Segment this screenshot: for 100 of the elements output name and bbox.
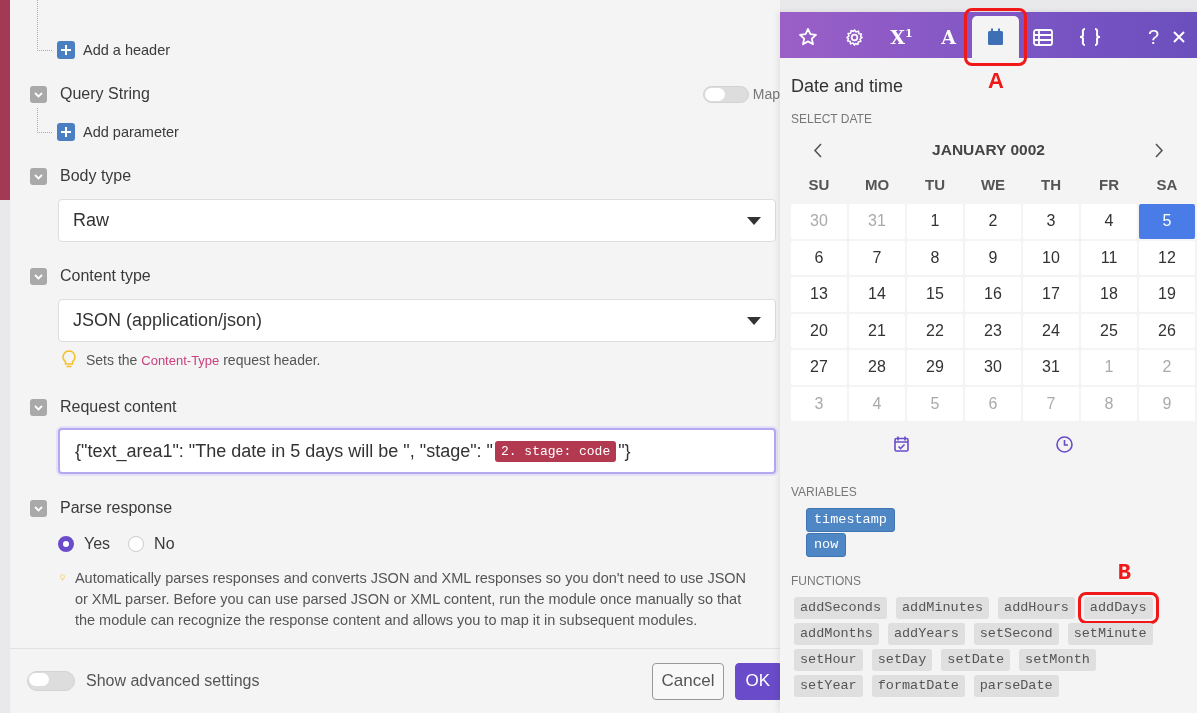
calendar-day[interactable]: 16 (965, 277, 1021, 312)
toggle-label: Show advanced settings (86, 672, 260, 690)
calendar-day[interactable]: 7 (849, 240, 905, 275)
calendar-day[interactable]: 20 (791, 313, 847, 348)
function-chip[interactable]: formatDate (871, 675, 965, 697)
mapped-token[interactable]: 2. stage: code (494, 440, 617, 462)
collapse-icon[interactable] (30, 267, 47, 285)
calendar-day[interactable]: 9 (965, 240, 1021, 275)
collapse-icon[interactable] (30, 499, 47, 517)
section-label: Query String (60, 85, 150, 103)
calendar-day[interactable]: 12 (1139, 240, 1195, 275)
calendar-day[interactable]: 8 (907, 240, 963, 275)
collapse-icon[interactable] (30, 85, 47, 103)
weekday-label: TU (925, 175, 945, 193)
content-type-select[interactable]: JSON (application/json) (58, 299, 776, 342)
calendar-day[interactable]: 11 (1081, 240, 1137, 275)
function-chip[interactable]: setYear (794, 675, 863, 697)
add-icon[interactable] (57, 41, 75, 59)
function-chip[interactable]: setDate (941, 649, 1011, 671)
toggle-switch[interactable] (27, 671, 75, 691)
caret-icon (747, 216, 761, 225)
variable-chip[interactable]: timestamp (806, 508, 895, 532)
calendar-day[interactable]: 1 (907, 204, 963, 239)
calendar-day[interactable]: 27 (791, 350, 847, 385)
calendar-day[interactable]: 24 (1023, 313, 1079, 348)
weekday-label: SA (1156, 175, 1178, 193)
next-month-icon[interactable] (1155, 142, 1164, 158)
calendar-day[interactable]: 18 (1081, 277, 1137, 312)
add-parameter-link[interactable]: Add parameter (83, 124, 179, 140)
calendar-day[interactable]: 14 (849, 277, 905, 312)
calendar-day[interactable]: 25 (1081, 313, 1137, 348)
calendar-day[interactable]: 31 (1023, 350, 1079, 385)
radio-label: Yes (84, 535, 111, 553)
function-chip[interactable]: addMonths (794, 623, 879, 645)
function-chip[interactable]: addYears (887, 623, 965, 645)
function-chip[interactable]: setMinute (1067, 623, 1153, 645)
add-header-link[interactable]: Add a header (83, 42, 171, 58)
body-type-select[interactable]: Raw (58, 199, 776, 242)
function-chip[interactable]: setSecond (973, 623, 1059, 645)
weekday-label: FR (1099, 175, 1119, 193)
function-chip[interactable]: addMinutes (896, 597, 990, 619)
request-content-field[interactable]: {"text_area1": "The date in 5 days will be ", "stage": " 2. stage: code "} (58, 428, 776, 474)
calendar-day[interactable]: 30 (965, 350, 1021, 385)
collapse-icon[interactable] (30, 398, 47, 416)
request-text: "} (618, 440, 631, 462)
table-icon (1032, 28, 1053, 46)
calendar-day[interactable]: 13 (791, 277, 847, 312)
weekday-label: TH (1041, 175, 1061, 193)
text-tab[interactable]: A (925, 16, 972, 58)
toggle-switch[interactable] (702, 85, 749, 103)
section-caption: VARIABLES (791, 485, 858, 500)
function-chip[interactable]: addDays (1083, 597, 1153, 619)
calendar-check-icon[interactable] (894, 436, 910, 452)
function-chip[interactable]: setHour (794, 649, 863, 671)
close-icon[interactable] (1173, 31, 1185, 43)
text-tab[interactable]: X$^{1}$ (878, 16, 925, 58)
calendar-day[interactable]: 5 (1139, 204, 1195, 239)
month-title: JANUARY 0002 (932, 141, 1045, 159)
variable-chip[interactable]: now (806, 533, 847, 557)
request-text: {"text_area1": "The date in 5 days will be ", "stage": " (75, 440, 493, 462)
add-icon[interactable] (57, 123, 75, 141)
tree-connector (37, 0, 52, 51)
calendar-day[interactable]: 19 (1139, 277, 1195, 312)
clock-icon[interactable] (1055, 436, 1073, 453)
calendar-day[interactable]: 28 (849, 350, 905, 385)
previous-month-icon[interactable] (813, 142, 822, 158)
radio-label: No (154, 535, 175, 553)
help-icon[interactable]: ? (1147, 16, 1159, 58)
calendar-day[interactable]: 3 (1023, 204, 1079, 239)
calendar-day[interactable]: 29 (907, 350, 963, 385)
toggle-label: Map (752, 86, 780, 102)
function-chip[interactable]: addSeconds (794, 597, 887, 619)
weekday-label: MO (864, 175, 890, 193)
function-chip[interactable]: setDay (871, 649, 933, 671)
radio-button[interactable] (58, 536, 74, 552)
section-label: Request content (60, 398, 177, 416)
calendar-day[interactable]: 10 (1023, 240, 1079, 275)
star-icon (797, 27, 818, 47)
cancel-button[interactable]: Cancel (651, 662, 725, 700)
tab[interactable] (972, 16, 1019, 58)
calendar-day[interactable]: 22 (907, 313, 963, 348)
calendar-day[interactable]: 26 (1139, 313, 1195, 348)
annotation-label: A (988, 68, 1004, 94)
hint-text: Sets the Content-Type request header. (86, 351, 321, 370)
calendar-day[interactable]: 23 (965, 313, 1021, 348)
collapse-icon[interactable] (30, 167, 47, 185)
ok-button[interactable]: OK (735, 662, 780, 700)
calendar-day[interactable]: 4 (1081, 204, 1137, 239)
calendar-day[interactable]: 17 (1023, 277, 1079, 312)
calendar-day[interactable]: 6 (791, 240, 847, 275)
function-chip[interactable]: parseDate (973, 675, 1059, 697)
braces-icon (1078, 28, 1101, 46)
calendar-day[interactable]: 21 (849, 313, 905, 348)
function-chip[interactable]: setMonth (1019, 649, 1096, 671)
tree-connector (37, 108, 52, 133)
function-chip[interactable]: addHours (998, 597, 1075, 619)
panel-title: Date and time (791, 75, 904, 97)
calendar-day[interactable]: 2 (965, 204, 1021, 239)
calendar-day[interactable]: 15 (907, 277, 963, 312)
calendar-icon (987, 28, 1004, 46)
